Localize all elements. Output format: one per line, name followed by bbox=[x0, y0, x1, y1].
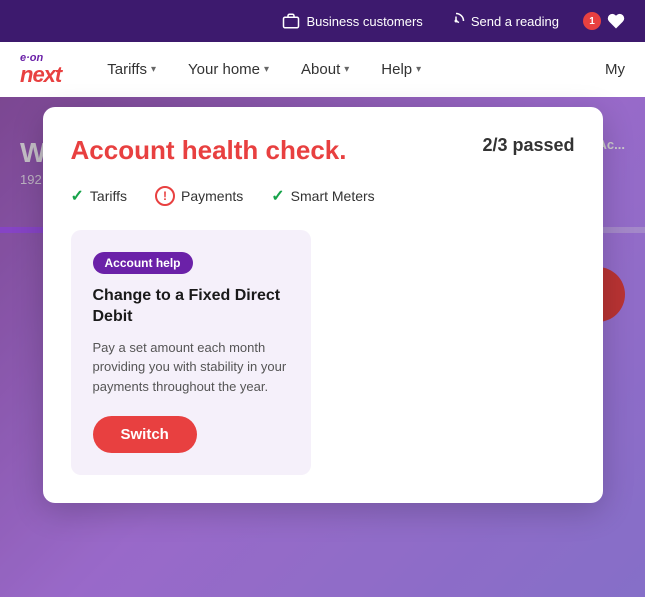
notification-badge: 1 bbox=[583, 12, 601, 30]
top-bar: Business customers Send a reading 1 bbox=[0, 0, 645, 42]
check-tariffs-label: Tariffs bbox=[90, 188, 127, 204]
check-items-list: ✓ Tariffs ! Payments ✓ Smart Meters bbox=[71, 186, 575, 206]
nav-about-label: About bbox=[301, 61, 340, 78]
page-background: We 192 G... Ac... t paym...payment...men… bbox=[0, 97, 645, 597]
chevron-down-icon: ▾ bbox=[151, 64, 156, 75]
card-description: Pay a set amount each month providing yo… bbox=[93, 338, 289, 397]
warning-icon: ! bbox=[155, 186, 175, 206]
chevron-down-icon: ▾ bbox=[416, 64, 421, 75]
chevron-down-icon: ▾ bbox=[344, 64, 349, 75]
check-item-tariffs: ✓ Tariffs bbox=[71, 186, 128, 206]
business-customers-label: Business customers bbox=[306, 14, 422, 29]
nav-my[interactable]: My bbox=[605, 61, 625, 78]
check-payments-label: Payments bbox=[181, 188, 243, 204]
check-item-smart-meters: ✓ Smart Meters bbox=[271, 186, 374, 206]
card-badge: Account help bbox=[93, 252, 193, 274]
logo[interactable]: e·on next bbox=[20, 53, 61, 86]
card-title: Change to a Fixed Direct Debit bbox=[93, 286, 289, 328]
modal-header: Account health check. 2/3 passed bbox=[71, 135, 575, 166]
nav-help-label: Help bbox=[381, 61, 412, 78]
nav-about[interactable]: About ▾ bbox=[295, 61, 355, 78]
notifications-link[interactable]: 1 bbox=[583, 12, 625, 30]
nav-your-home-label: Your home bbox=[188, 61, 260, 78]
meter-icon bbox=[447, 12, 465, 30]
send-reading-link[interactable]: Send a reading bbox=[447, 12, 559, 30]
nav-tariffs[interactable]: Tariffs ▾ bbox=[101, 61, 162, 78]
modal-overlay: Account health check. 2/3 passed ✓ Tarif… bbox=[0, 97, 645, 597]
check-pass-icon: ✓ bbox=[71, 186, 84, 206]
check-smart-meters-label: Smart Meters bbox=[291, 188, 375, 204]
modal-score: 2/3 passed bbox=[482, 135, 574, 156]
logo-next-text: next bbox=[20, 64, 61, 86]
nav-your-home[interactable]: Your home ▾ bbox=[182, 61, 275, 78]
check-pass-icon: ✓ bbox=[271, 186, 284, 206]
nav-help[interactable]: Help ▾ bbox=[375, 61, 427, 78]
modal-title: Account health check. bbox=[71, 135, 347, 166]
health-check-modal: Account health check. 2/3 passed ✓ Tarif… bbox=[43, 107, 603, 503]
check-item-payments: ! Payments bbox=[155, 186, 243, 206]
chevron-down-icon: ▾ bbox=[264, 64, 269, 75]
nav-bar: e·on next Tariffs ▾ Your home ▾ About ▾ … bbox=[0, 42, 645, 97]
send-reading-label: Send a reading bbox=[471, 14, 559, 29]
business-customers-link[interactable]: Business customers bbox=[282, 12, 422, 30]
account-help-card: Account help Change to a Fixed Direct De… bbox=[71, 230, 311, 475]
switch-button[interactable]: Switch bbox=[93, 416, 197, 453]
nav-tariffs-label: Tariffs bbox=[107, 61, 147, 78]
nav-my-label: My bbox=[605, 61, 625, 78]
business-icon bbox=[282, 12, 300, 30]
heart-icon bbox=[607, 12, 625, 30]
